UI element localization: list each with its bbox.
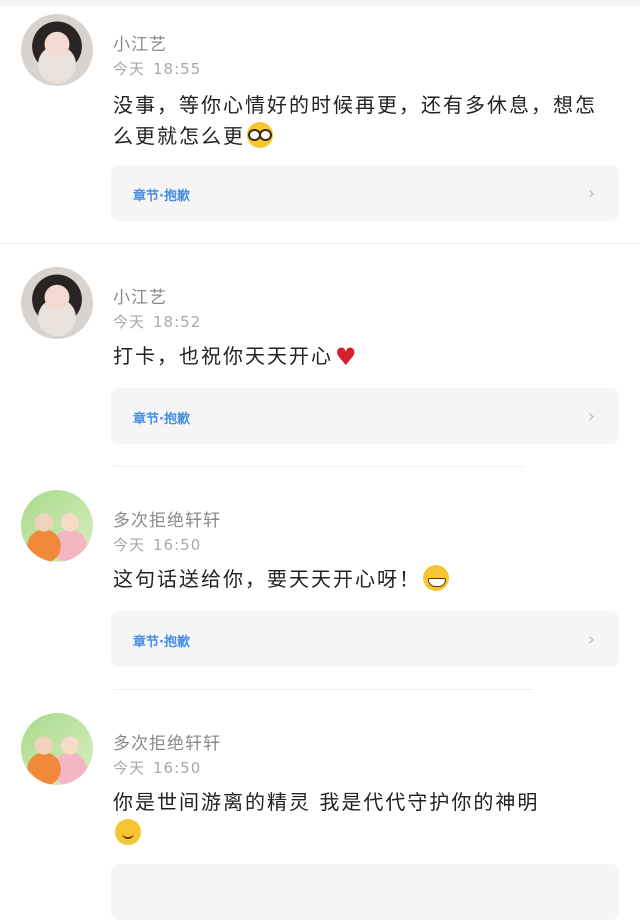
avatar[interactable] [21,713,93,785]
date-label: 今天 [113,759,146,777]
comment-item: 多次拒绝轩轩 今天 16:50 你是世间游离的精灵 我是代代守护你的神明 [0,691,640,920]
nerd-face-emoji-icon [247,122,273,148]
date-label: 今天 [113,536,146,554]
chapter-link-card[interactable]: 章节·抱歉 › [111,611,619,667]
chevron-right-icon: › [587,183,595,204]
username[interactable]: 多次拒绝轩轩 [113,729,221,754]
chapter-label: 章节·抱歉 [133,189,190,204]
time-label: 18:52 [153,313,202,331]
avatar[interactable] [21,267,93,339]
smiling-face-emoji-icon [115,819,141,845]
avatar[interactable] [21,490,93,562]
comment-item: 小江艺 今天 18:55 没事，等你心情好的时候再更，还有多休息，想怎么更就怎么更… [0,0,640,245]
date-label: 今天 [113,313,146,331]
comment-text-block: 你是世间游离的精灵 我是代代守护你的神明 [113,787,613,849]
time-label: 16:50 [153,536,202,554]
username[interactable]: 多次拒绝轩轩 [113,506,221,531]
comment-item: 小江艺 今天 18:52 打卡，也祝你天天开心♥ 章节·抱歉 › [0,245,640,467]
chapter-label: 章节·抱歉 [133,635,190,650]
time-label: 18:55 [153,60,202,78]
comment-text-block: 这句话送给你，要天天开心呀！ [113,564,613,595]
comment-divider [113,466,523,467]
red-heart-emoji-icon: ♥ [335,343,359,371]
time-label: 16:50 [153,759,202,777]
comment-text: 没事，等你心情好的时候再更，还有多休息，想怎么更就怎么更 [113,93,597,148]
comment-divider [113,689,533,690]
timestamp: 今天 18:55 [113,58,209,79]
timestamp: 今天 18:52 [113,311,209,332]
grinning-face-emoji-icon [423,565,449,591]
chapter-link-card[interactable] [111,864,619,920]
comment-text: 你是世间游离的精灵 我是代代守护你的神明 [113,790,540,814]
comment-text: 打卡，也祝你天天开心 [113,344,333,368]
avatar[interactable] [21,14,93,86]
comment-text: 这句话送给你，要天天开心呀！ [113,567,421,591]
username[interactable]: 小江艺 [113,30,167,55]
chapter-link-card[interactable]: 章节·抱歉 › [111,388,619,444]
comment-text-block: 没事，等你心情好的时候再更，还有多休息，想怎么更就怎么更 [113,90,613,152]
chevron-right-icon: › [587,629,595,650]
chapter-link-card[interactable]: 章节·抱歉 › [111,165,619,221]
chapter-label: 章节·抱歉 [133,412,190,427]
timestamp: 今天 16:50 [113,534,209,555]
timestamp: 今天 16:50 [113,757,209,778]
date-label: 今天 [113,60,146,78]
comment-item: 多次拒绝轩轩 今天 16:50 这句话送给你，要天天开心呀！ 章节·抱歉 › [0,468,640,690]
chevron-right-icon: › [587,406,595,427]
username[interactable]: 小江艺 [113,283,167,308]
comment-text-block: 打卡，也祝你天天开心♥ [113,341,613,373]
comment-divider [0,243,640,244]
